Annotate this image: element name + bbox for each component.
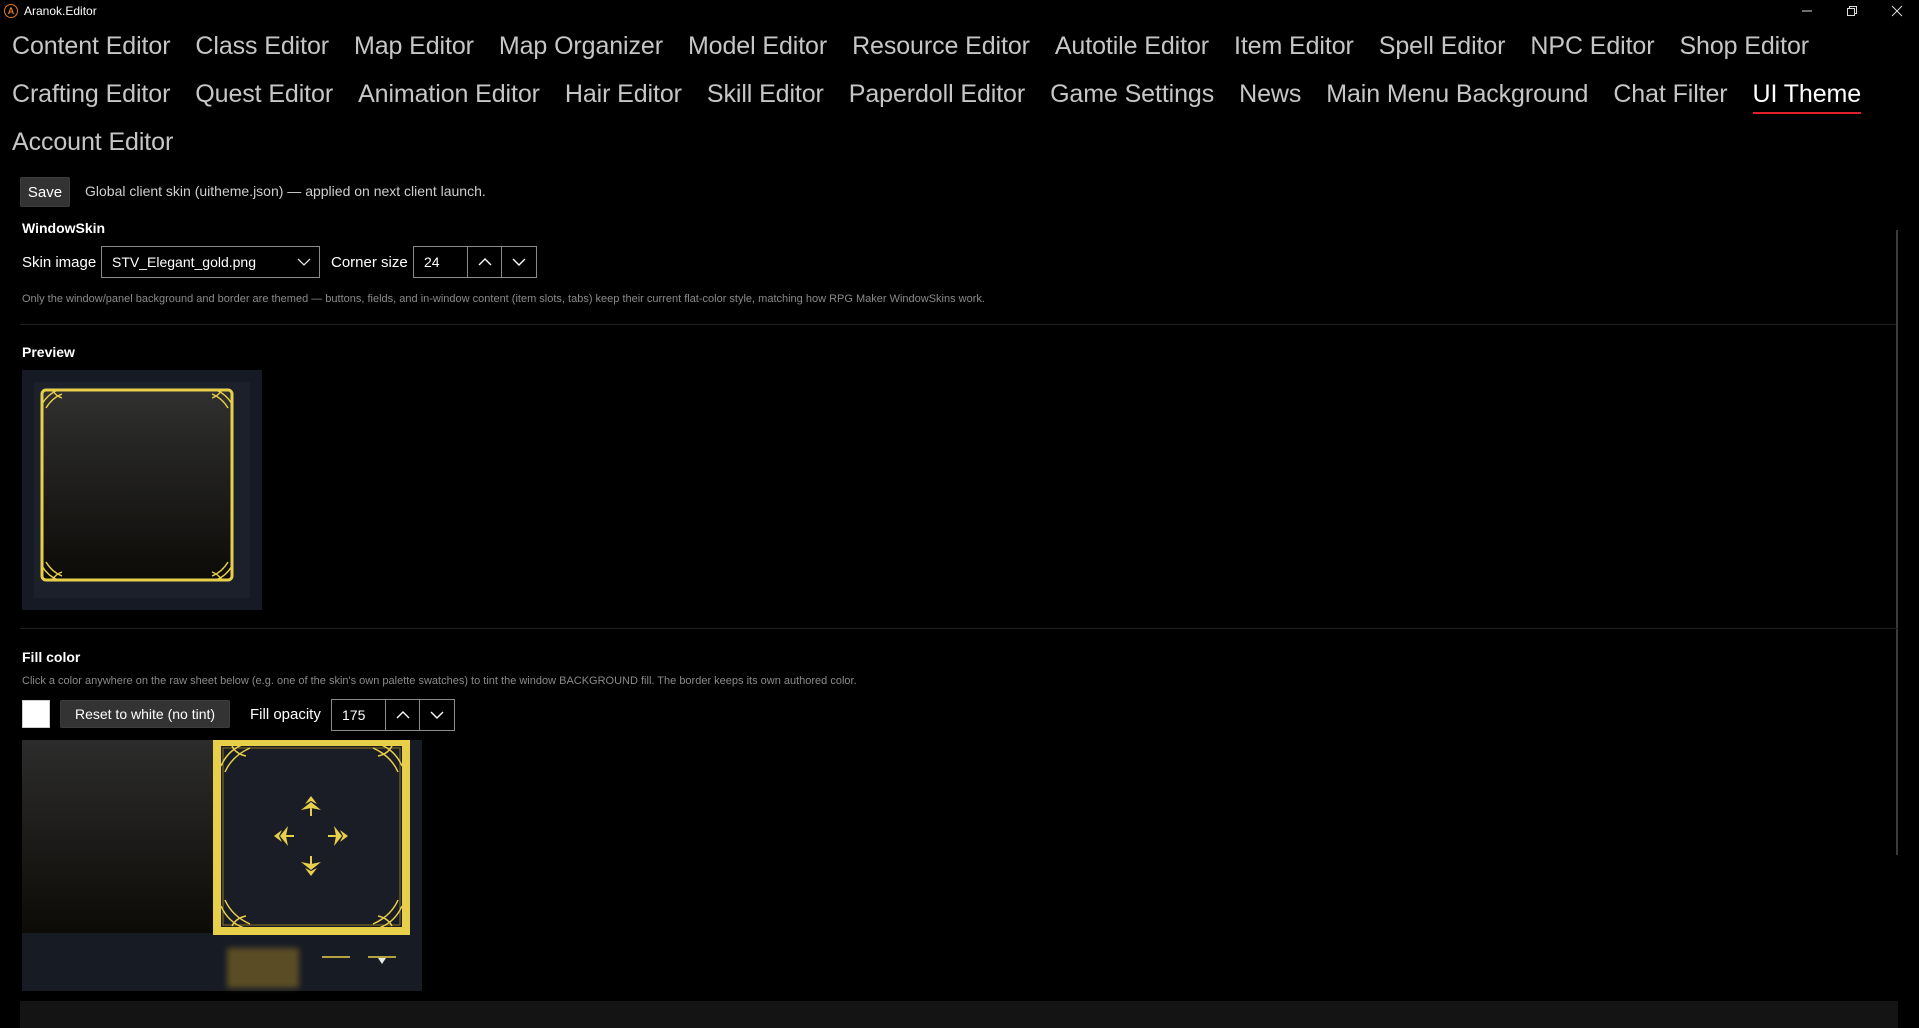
chevron-up-icon [478, 258, 491, 266]
fill-color-swatch[interactable] [22, 700, 50, 728]
increment-button[interactable] [386, 700, 420, 730]
windowskin-hint: Only the window/panel background and bor… [22, 293, 985, 305]
tab-ui-theme[interactable]: UI Theme [1752, 70, 1861, 118]
corner-size-stepper[interactable]: 24 [413, 246, 537, 278]
windowskin-section-title: WindowSkin [22, 220, 106, 236]
corner-size-label: Corner size [331, 254, 408, 271]
tab-row-1: Content Editor Class Editor Map Editor M… [12, 22, 1834, 70]
chevron-up-icon [396, 711, 409, 719]
tab-resource-editor[interactable]: Resource Editor [852, 22, 1030, 70]
decrement-button[interactable] [502, 247, 536, 277]
vertical-scrollbar[interactable] [1896, 230, 1898, 855]
divider [20, 628, 1898, 629]
tab-crafting-editor[interactable]: Crafting Editor [12, 70, 170, 118]
skin-image-label: Skin image [22, 254, 97, 271]
tab-map-organizer[interactable]: Map Organizer [499, 22, 663, 70]
bottom-panel [20, 1001, 1898, 1028]
tab-row-3: Account Editor [12, 118, 198, 166]
title-bar: A Aranok.Editor [0, 0, 1919, 22]
tab-quest-editor[interactable]: Quest Editor [195, 70, 333, 118]
tab-item-editor[interactable]: Item Editor [1234, 22, 1354, 70]
fill-opacity-input[interactable]: 175 [332, 700, 386, 730]
decrement-button[interactable] [420, 700, 454, 730]
tab-spell-editor[interactable]: Spell Editor [1379, 22, 1506, 70]
tab-news[interactable]: News [1239, 70, 1301, 118]
window-controls [1784, 0, 1919, 22]
tab-content-editor[interactable]: Content Editor [12, 22, 171, 70]
chevron-down-icon [512, 258, 526, 266]
increment-button[interactable] [468, 247, 502, 277]
fill-opacity-label: Fill opacity [250, 706, 321, 723]
divider [20, 324, 1898, 325]
preview-panel [22, 370, 262, 610]
chevron-down-icon [430, 711, 444, 719]
close-icon[interactable] [1874, 0, 1919, 22]
fill-opacity-stepper[interactable]: 175 [331, 699, 455, 731]
tab-map-editor[interactable]: Map Editor [354, 22, 474, 70]
fill-section-title: Fill color [22, 649, 81, 665]
save-note: Global client skin (uitheme.json) — appl… [85, 183, 486, 199]
chevron-down-icon [297, 258, 311, 266]
tab-model-editor[interactable]: Model Editor [688, 22, 827, 70]
reset-tint-button[interactable]: Reset to white (no tint) [60, 700, 230, 728]
preview-window-skin [40, 388, 234, 582]
minimize-icon[interactable] [1784, 0, 1829, 22]
tab-animation-editor[interactable]: Animation Editor [358, 70, 540, 118]
tab-game-settings[interactable]: Game Settings [1050, 70, 1214, 118]
tab-autotile-editor[interactable]: Autotile Editor [1055, 22, 1209, 70]
window-title: Aranok.Editor [24, 4, 97, 18]
save-button[interactable]: Save [20, 177, 70, 207]
skin-image-value: STV_Elegant_gold.png [112, 254, 256, 270]
skin-raw-sheet[interactable] [22, 740, 422, 991]
tab-class-editor[interactable]: Class Editor [195, 22, 329, 70]
tab-account-editor[interactable]: Account Editor [12, 118, 173, 166]
sheet-border-tiles[interactable] [22, 740, 422, 991]
tab-main-menu-background[interactable]: Main Menu Background [1326, 70, 1588, 118]
skin-image-dropdown[interactable]: STV_Elegant_gold.png [101, 246, 320, 278]
tab-hair-editor[interactable]: Hair Editor [565, 70, 682, 118]
fill-hint: Click a color anywhere on the raw sheet … [22, 675, 857, 687]
tab-shop-editor[interactable]: Shop Editor [1679, 22, 1809, 70]
tab-npc-editor[interactable]: NPC Editor [1530, 22, 1654, 70]
app-logo-icon: A [4, 4, 18, 18]
maximize-icon[interactable] [1829, 0, 1874, 22]
tab-paperdoll-editor[interactable]: Paperdoll Editor [849, 70, 1025, 118]
preview-section-title: Preview [22, 344, 75, 360]
corner-size-input[interactable]: 24 [414, 247, 468, 277]
tab-chat-filter[interactable]: Chat Filter [1613, 70, 1727, 118]
tab-skill-editor[interactable]: Skill Editor [707, 70, 824, 118]
tab-row-2: Crafting Editor Quest Editor Animation E… [12, 70, 1886, 118]
